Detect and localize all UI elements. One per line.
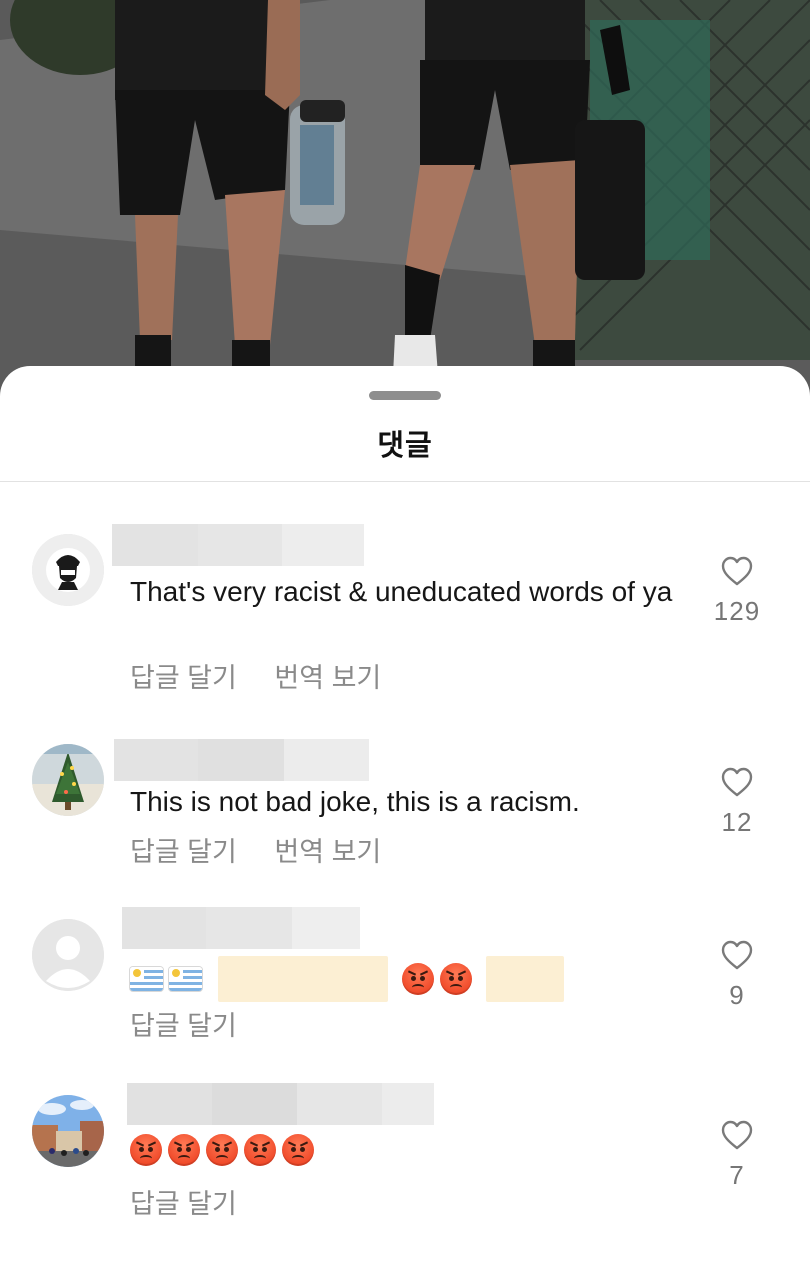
redacted-text — [218, 956, 388, 1002]
uruguay-flag-emoji — [169, 967, 202, 991]
avatar[interactable] — [32, 1095, 104, 1167]
reply-button[interactable]: 답글 달기 — [130, 1011, 237, 1041]
angry-face-emoji — [206, 1134, 238, 1166]
comment-text: This is not bad joke, this is a racism. — [130, 786, 580, 817]
default-avatar-icon[interactable] — [32, 919, 104, 991]
comment-actions: 답글 달기 — [130, 1182, 267, 1221]
angry-face-emoji — [440, 963, 472, 995]
post-photo — [0, 0, 810, 400]
angry-face-emoji — [244, 1134, 276, 1166]
like-group: 7 — [702, 1120, 772, 1191]
username-redacted — [112, 524, 364, 566]
sheet-drag-handle[interactable] — [369, 391, 441, 400]
comment-actions: 답글 달기 번역 보기 — [130, 830, 411, 869]
username-redacted — [122, 907, 360, 949]
angry-face-emoji — [130, 1134, 162, 1166]
sheet-title: 댓글 — [377, 430, 433, 462]
avatar[interactable] — [32, 534, 104, 606]
angry-face-emoji — [402, 963, 434, 995]
like-group: 129 — [702, 556, 772, 627]
username-redacted — [127, 1083, 434, 1125]
like-group: 12 — [702, 767, 772, 838]
translate-button[interactable]: 번역 보기 — [274, 663, 381, 693]
heart-outline-icon[interactable] — [721, 1120, 753, 1150]
like-count: 12 — [721, 807, 753, 837]
avatar[interactable] — [32, 744, 104, 816]
comments-sheet: 댓글 That's very racist & uneducated words… — [0, 366, 810, 1261]
uruguay-flag-emoji — [130, 967, 163, 991]
heart-outline-icon[interactable] — [721, 767, 753, 797]
comment-emoji-text — [130, 1134, 314, 1166]
heart-outline-icon[interactable] — [721, 556, 753, 586]
angry-face-emoji — [168, 1134, 200, 1166]
translate-button[interactable]: 번역 보기 — [274, 837, 381, 867]
comment-actions: 답글 달기 번역 보기 — [130, 656, 411, 695]
comment-emoji-text — [130, 956, 564, 1002]
like-count: 9 — [729, 980, 745, 1010]
like-count: 7 — [729, 1160, 745, 1190]
like-group: 9 — [702, 940, 772, 1011]
reply-button[interactable]: 답글 달기 — [130, 1189, 237, 1219]
like-count: 129 — [713, 596, 761, 626]
reply-button[interactable]: 답글 달기 — [130, 663, 237, 693]
reply-button[interactable]: 답글 달기 — [130, 837, 237, 867]
heart-outline-icon[interactable] — [721, 940, 753, 970]
angry-face-emoji — [282, 1134, 314, 1166]
username-redacted — [114, 739, 369, 781]
comment-text: That's very racist & uneducated words of… — [130, 576, 673, 607]
sheet-divider — [0, 481, 810, 482]
redacted-text — [486, 956, 564, 1002]
comment-actions: 답글 달기 — [130, 1004, 267, 1043]
